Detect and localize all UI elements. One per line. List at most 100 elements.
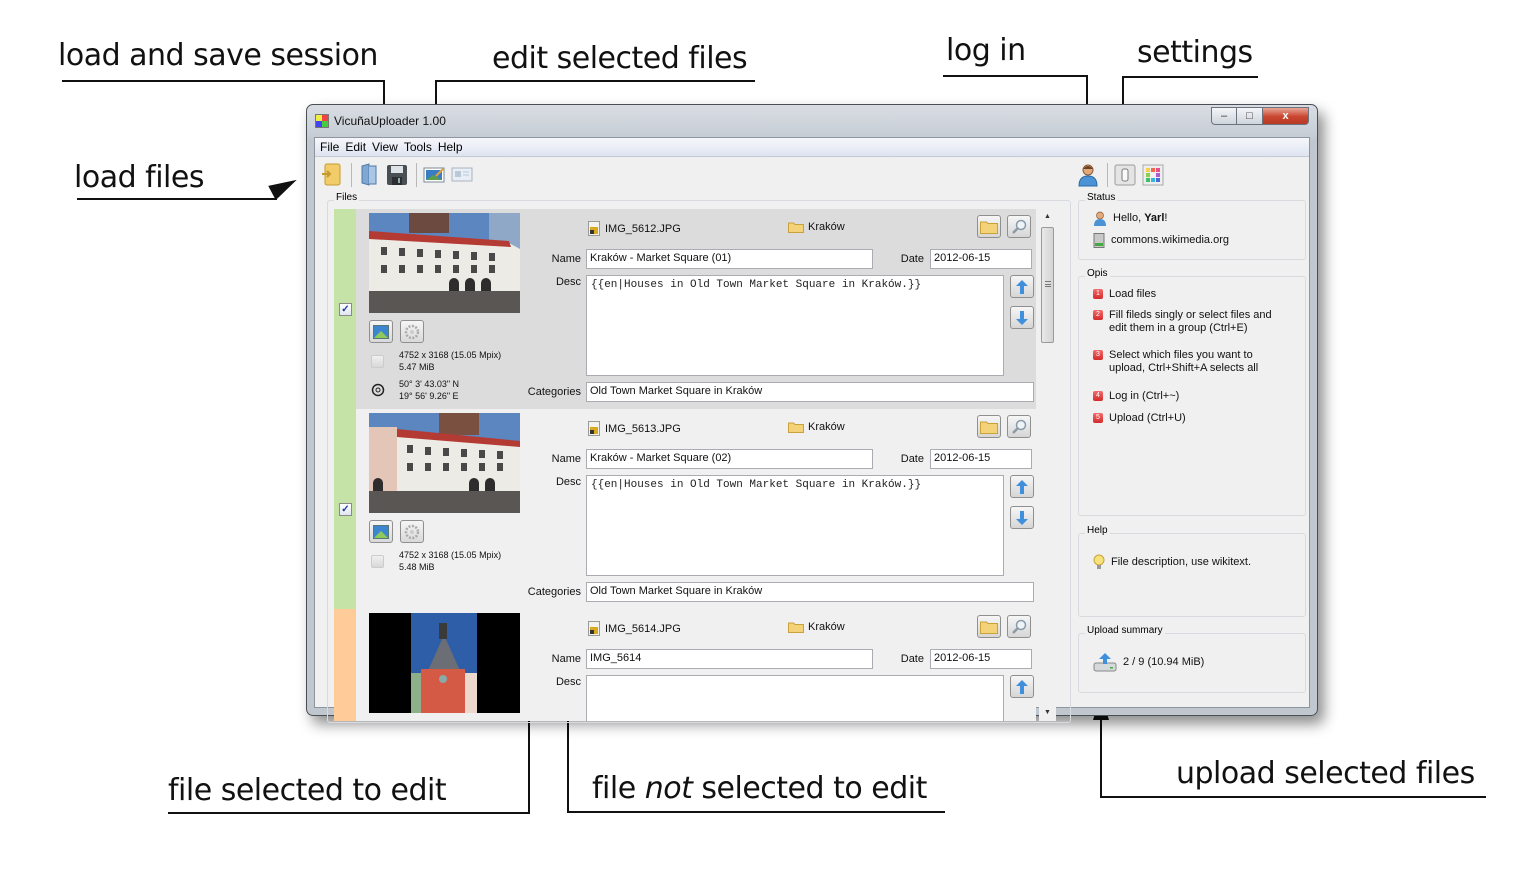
step-number-badge: 4	[1093, 391, 1103, 401]
presentation-button[interactable]	[449, 162, 475, 188]
upload-checkbox[interactable]: ✓	[339, 503, 352, 516]
zoom-image-button[interactable]	[1007, 615, 1031, 638]
image-settings-button[interactable]	[400, 320, 424, 343]
menu-tools[interactable]: Tools	[401, 140, 435, 154]
menu-edit[interactable]: Edit	[342, 140, 369, 154]
close-button[interactable]: x	[1263, 107, 1309, 125]
move-down-button[interactable]	[1010, 306, 1034, 329]
categories-label: Categories	[527, 386, 581, 398]
step-item: 2 Fill fileds singly or select files and …	[1093, 309, 1283, 335]
arrow-up-icon	[1016, 279, 1028, 294]
name-input[interactable]: Kraków - Market Square (01)	[586, 249, 873, 269]
image-preview-button[interactable]	[369, 520, 393, 543]
save-session-button[interactable]	[384, 162, 410, 188]
date-input[interactable]: 2012-06-15	[930, 249, 1032, 269]
file-name-text: IMG_5614.JPG	[605, 622, 681, 635]
scroll-grip-icon	[1045, 281, 1051, 287]
menu-view[interactable]: View	[369, 140, 401, 154]
jpg-file-icon	[588, 621, 600, 636]
annotation-leader-line	[1100, 716, 1102, 798]
edit-selected-button[interactable]	[421, 162, 447, 188]
step-item: 5 Upload (Ctrl+U)	[1093, 412, 1186, 425]
file-list-scrollbar[interactable]: ▲ ▼	[1039, 209, 1056, 721]
upload-icon[interactable]	[1093, 652, 1117, 672]
upload-checkbox[interactable]: ✓	[339, 303, 352, 316]
title-bar[interactable]: VicuñaUploader 1.00 – □ x	[307, 105, 1317, 137]
zoom-image-button[interactable]	[1007, 215, 1031, 238]
folder-icon	[788, 422, 804, 433]
image-icon	[373, 524, 389, 539]
step-text: Fill fileds singly or select files and e…	[1109, 309, 1272, 334]
zoom-image-button[interactable]	[1007, 415, 1031, 438]
minimize-button[interactable]: –	[1211, 107, 1237, 125]
categories-input[interactable]: Old Town Market Square in Kraków	[586, 582, 1034, 602]
image-settings-button[interactable]	[400, 520, 424, 543]
annotation-file-not-selected-to-edit: file not selected to edit	[592, 771, 927, 806]
folder-name: Kraków	[788, 421, 845, 433]
desc-textarea[interactable]: {{en|Houses in Old Town Market Square in…	[586, 475, 1004, 576]
user-icon	[1094, 211, 1106, 226]
server-icon	[1093, 233, 1105, 248]
image-thumbnail[interactable]	[369, 613, 520, 713]
categories-label: Categories	[527, 586, 581, 598]
dimensions-icon	[371, 555, 385, 569]
date-input[interactable]: 2012-06-15	[930, 649, 1032, 669]
folder-icon	[788, 622, 804, 633]
annotation-underline	[567, 811, 945, 813]
open-folder-button[interactable]	[977, 215, 1001, 238]
name-input[interactable]: Kraków - Market Square (02)	[586, 449, 873, 469]
log-in-button[interactable]	[1075, 162, 1101, 188]
file-size: 5.47 MiB	[399, 362, 435, 372]
annotation-load-save-session: load and save session	[58, 38, 378, 73]
annotation-underline	[1100, 796, 1486, 798]
load-files-button[interactable]	[319, 162, 345, 188]
file-name: IMG_5614.JPG	[588, 621, 681, 636]
client-area: File Edit View Tools Help Files ✓ 4752 x…	[314, 137, 1310, 723]
image-thumbnail[interactable]	[369, 413, 520, 513]
annotation-underline	[435, 80, 755, 82]
open-folder-button[interactable]	[977, 415, 1001, 438]
annotation-text: file	[592, 771, 645, 806]
desc-label: Desc	[555, 476, 581, 488]
annotation-emphasis: not	[644, 771, 693, 806]
move-up-button[interactable]	[1010, 675, 1034, 698]
file-row[interactable]: ✓ 4752 x 3168 (15.05 Mpix) 5.48 MiB IMG_…	[334, 409, 1036, 609]
move-up-button[interactable]	[1010, 475, 1034, 498]
image-preview-button[interactable]	[369, 320, 393, 343]
palette-button[interactable]	[1140, 162, 1166, 188]
file-row[interactable]: IMG_5614.JPG Kraków Name IMG_5614 Date 2…	[334, 609, 1036, 721]
building-photo	[369, 213, 520, 313]
name-label: Name	[551, 253, 581, 265]
login-user-icon	[1078, 164, 1098, 187]
annotation-file-selected-to-edit: file selected to edit	[168, 773, 447, 808]
dimensions-icon	[371, 355, 385, 369]
scroll-down-arrow[interactable]: ▼	[1039, 705, 1056, 721]
toolbar-separator	[416, 163, 417, 187]
desc-textarea[interactable]	[586, 675, 1004, 721]
desc-textarea[interactable]: {{en|Houses in Old Town Market Square in…	[586, 275, 1004, 376]
date-input[interactable]: 2012-06-15	[930, 449, 1032, 469]
settings-button[interactable]	[1112, 162, 1138, 188]
name-input[interactable]: IMG_5614	[586, 649, 873, 669]
arrow-up-icon	[1016, 679, 1028, 694]
maximize-button[interactable]: □	[1237, 107, 1263, 125]
folder-icon	[980, 221, 998, 234]
lightbulb-icon	[1093, 554, 1105, 569]
scroll-thumb[interactable]	[1041, 227, 1054, 343]
upload-summary-line[interactable]: 2 / 9 (10.94 MiB)	[1093, 652, 1204, 672]
date-label: Date	[900, 453, 924, 465]
image-thumbnail[interactable]	[369, 213, 520, 313]
file-name-text: IMG_5613.JPG	[605, 422, 681, 435]
move-down-button[interactable]	[1010, 506, 1034, 529]
menu-help[interactable]: Help	[435, 140, 466, 154]
scroll-up-arrow[interactable]: ▲	[1039, 209, 1056, 225]
categories-input[interactable]: Old Town Market Square in Kraków	[586, 382, 1034, 402]
menu-file[interactable]: File	[317, 140, 342, 154]
step-item: 4 Log in (Ctrl+~)	[1093, 390, 1179, 403]
file-row-selected[interactable]: ✓ 4752 x 3168 (15.05 Mpix) 5.47 MiB 50° …	[334, 209, 1036, 409]
jpg-file-icon	[588, 221, 600, 236]
step-number-badge: 3	[1093, 350, 1103, 360]
load-session-button[interactable]	[356, 162, 382, 188]
open-folder-button[interactable]	[977, 615, 1001, 638]
move-up-button[interactable]	[1010, 275, 1034, 298]
